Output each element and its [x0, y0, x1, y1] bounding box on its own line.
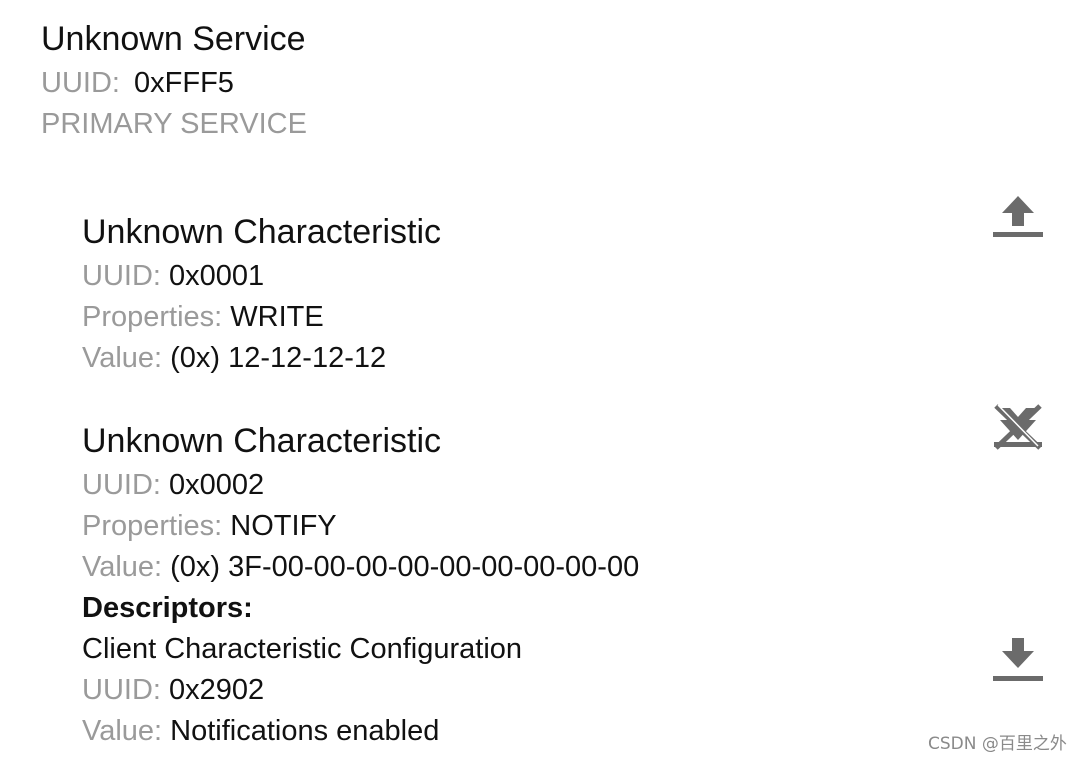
characteristic-properties-value: NOTIFY	[230, 510, 337, 542]
characteristic-uuid-row: UUID: 0x0002	[82, 468, 264, 502]
characteristic-title: Unknown Characteristic	[82, 422, 442, 460]
write-button[interactable]	[986, 192, 1050, 248]
upload-icon	[993, 196, 1043, 237]
characteristic-properties-row: Properties: WRITE	[82, 300, 324, 334]
service-uuid-row: UUID: 0xFFF5	[41, 66, 234, 100]
characteristic-value-row: Value: (0x) 3F-00-00-00-00-00-00-00-00-0…	[82, 550, 639, 584]
characteristic-uuid-value: 0x0001	[169, 260, 265, 292]
descriptor-value-value: Notifications enabled	[170, 715, 440, 747]
characteristic-value-label: Value:	[82, 551, 163, 583]
service-title: Unknown Service	[41, 20, 306, 58]
read-descriptor-button[interactable]	[986, 634, 1050, 690]
descriptors-heading: Descriptors:	[82, 592, 253, 624]
descriptor-value-label: Value:	[82, 715, 163, 747]
characteristic-properties-row: Properties: NOTIFY	[82, 509, 337, 543]
characteristic-properties-value: WRITE	[230, 301, 324, 333]
notifications-disable-icon	[994, 404, 1042, 450]
service-uuid-value: 0xFFF5	[134, 67, 234, 99]
characteristic-uuid-label: UUID:	[82, 469, 161, 501]
descriptor-uuid-value: 0x2902	[169, 674, 265, 706]
characteristic-value-row: Value: (0x) 12-12-12-12	[82, 341, 386, 375]
descriptor-uuid-label: UUID:	[82, 674, 161, 706]
descriptor-value-row: Value: Notifications enabled	[82, 714, 439, 748]
characteristic-value-value: (0x) 12-12-12-12	[170, 342, 387, 374]
service-type: PRIMARY SERVICE	[41, 108, 307, 140]
characteristic-properties-label: Properties:	[82, 301, 223, 333]
characteristic-title: Unknown Characteristic	[82, 213, 442, 251]
characteristic-uuid-value: 0x0002	[169, 469, 265, 501]
characteristic-properties-label: Properties:	[82, 510, 223, 542]
characteristic-uuid-label: UUID:	[82, 260, 161, 292]
characteristic-value-label: Value:	[82, 342, 163, 374]
characteristic-uuid-row: UUID: 0x0001	[82, 259, 264, 293]
notifications-toggle-button[interactable]	[986, 400, 1050, 456]
descriptor-name: Client Characteristic Configuration	[82, 633, 523, 665]
download-icon	[993, 638, 1043, 681]
characteristic-value-value: (0x) 3F-00-00-00-00-00-00-00-00-00	[170, 551, 640, 583]
descriptor-uuid-row: UUID: 0x2902	[82, 673, 264, 707]
watermark: CSDN @百里之外	[928, 734, 1067, 754]
service-uuid-label: UUID:	[41, 67, 120, 99]
